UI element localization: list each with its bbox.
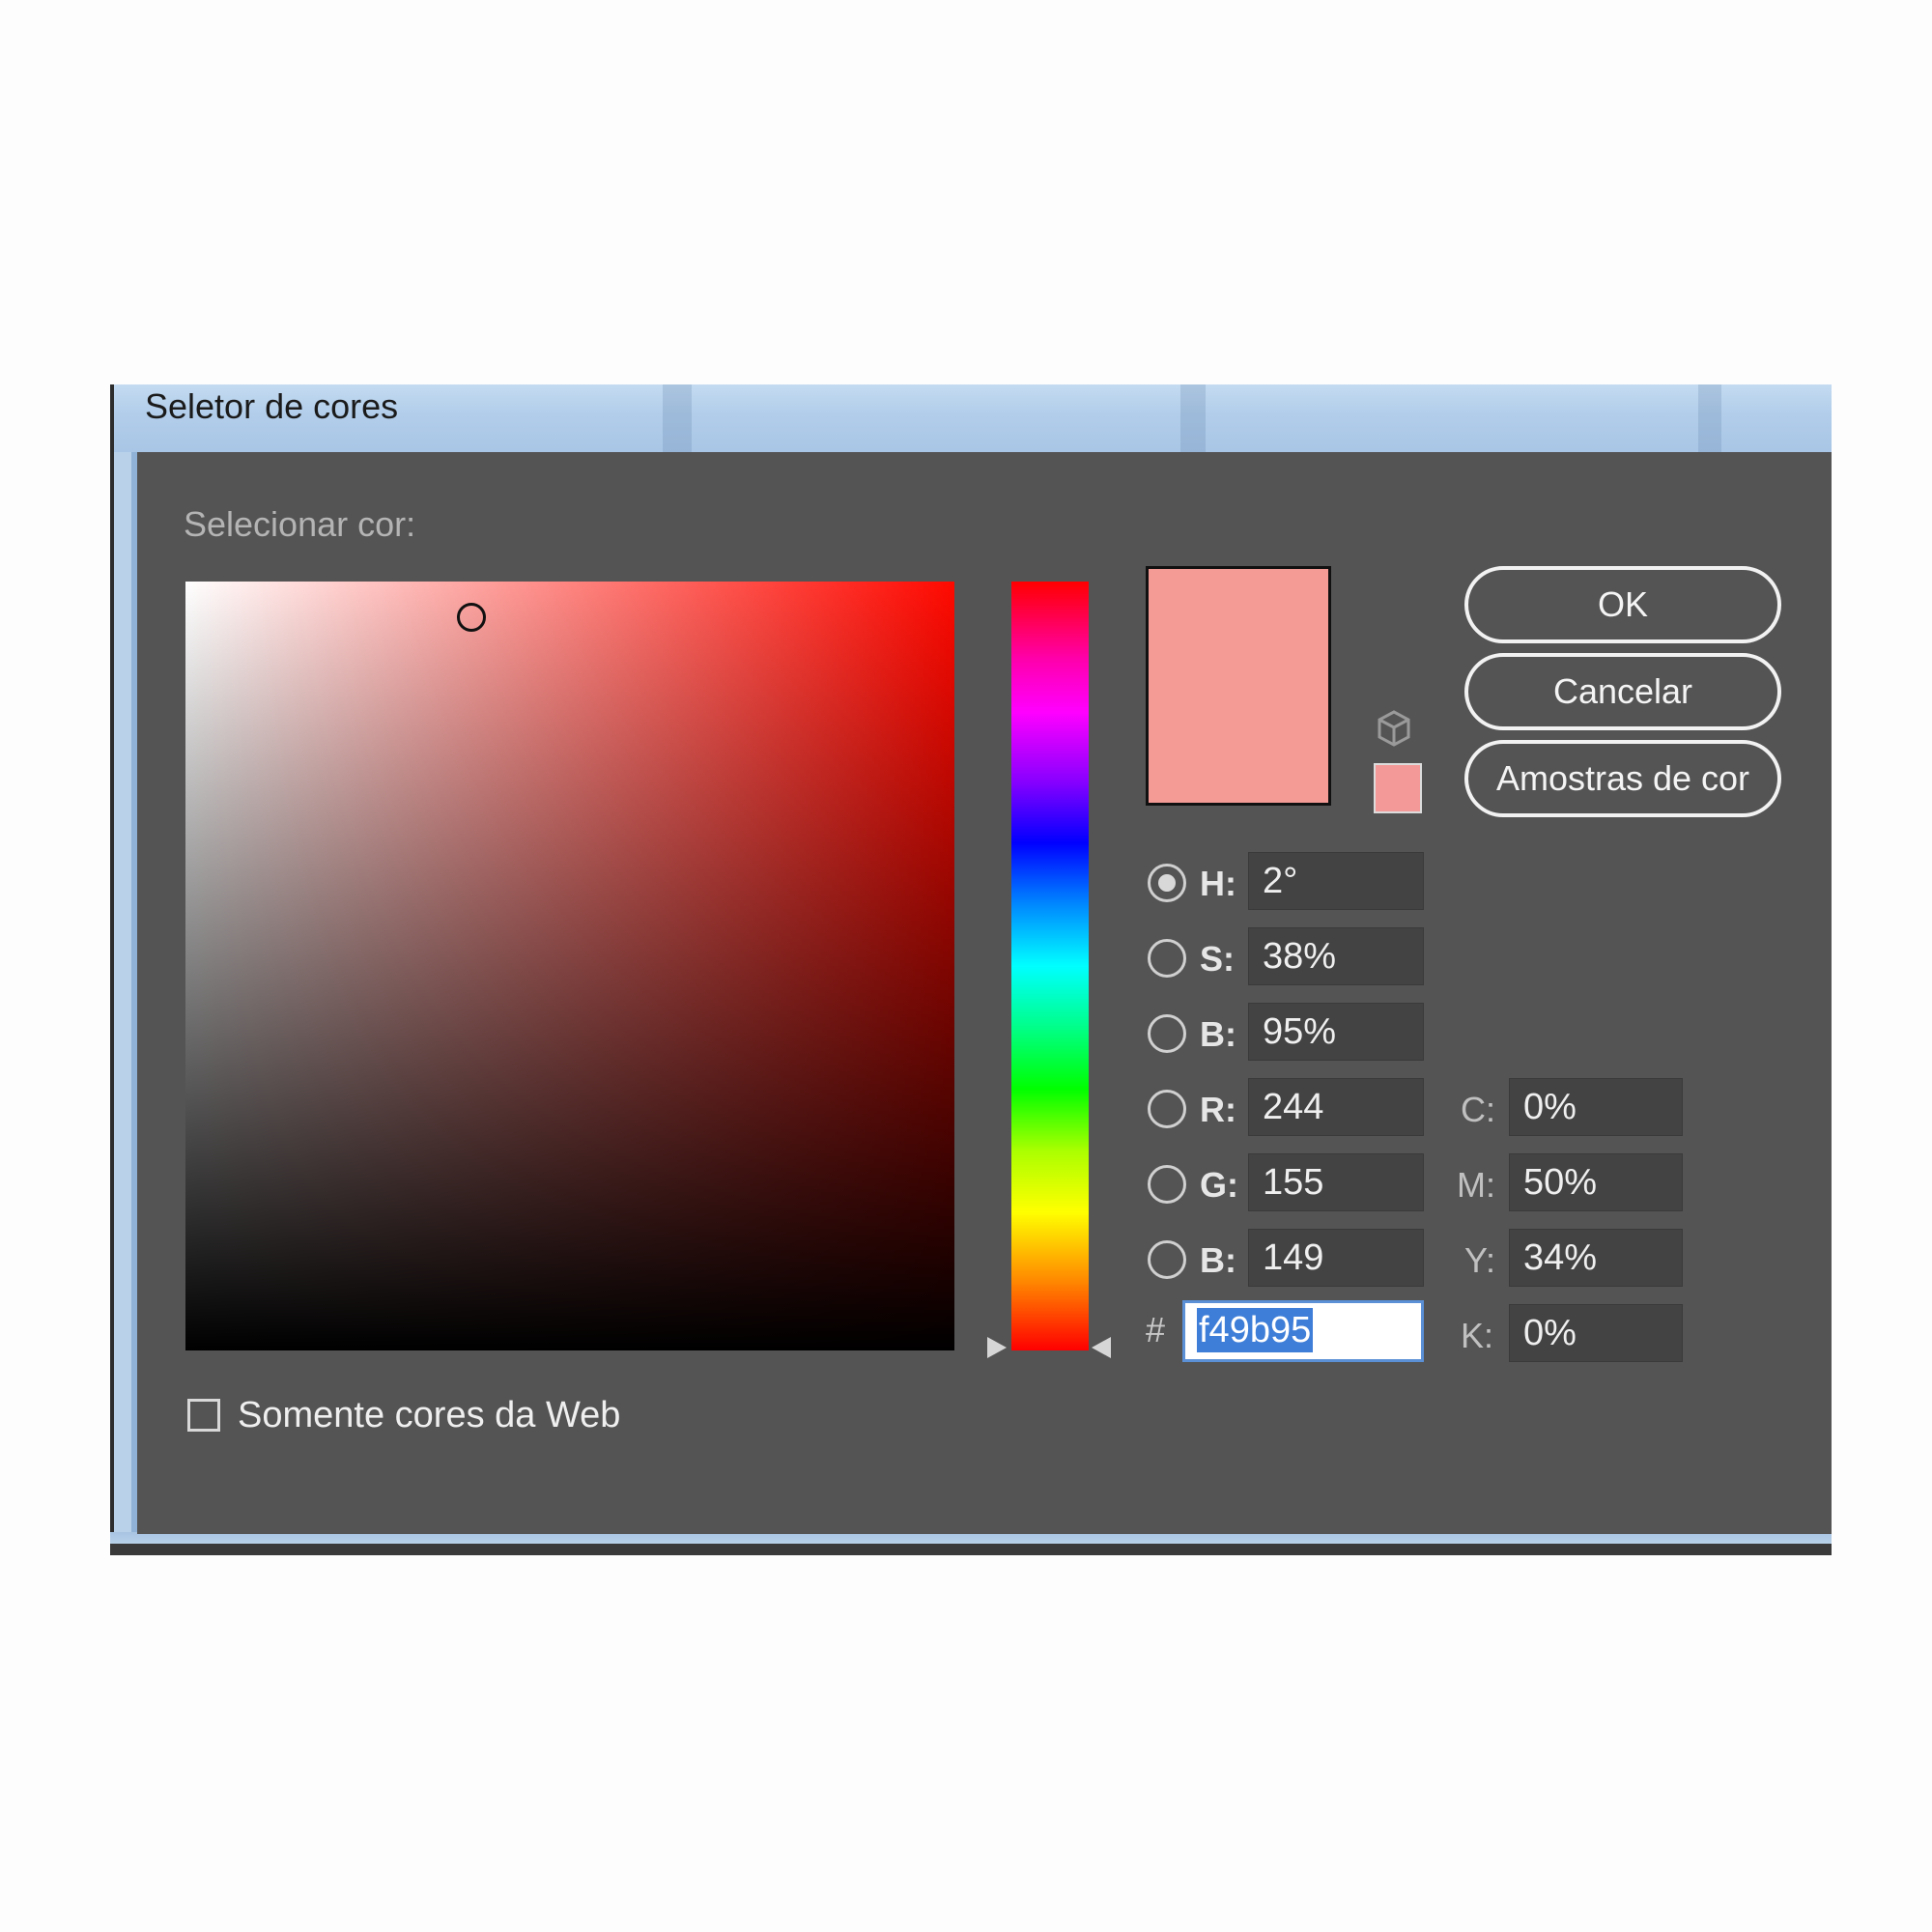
radio-blue[interactable] bbox=[1148, 1240, 1186, 1279]
color-preview bbox=[1146, 566, 1331, 806]
hex-label: # bbox=[1146, 1310, 1166, 1350]
black-field[interactable]: 0% bbox=[1509, 1304, 1683, 1362]
saturation-brightness-field[interactable] bbox=[185, 582, 954, 1350]
cancel-button[interactable]: Cancelar bbox=[1464, 653, 1781, 730]
blue-field[interactable]: 149 bbox=[1248, 1229, 1424, 1287]
saturation-field[interactable]: 38% bbox=[1248, 927, 1424, 985]
hue-label: H: bbox=[1200, 864, 1236, 903]
brightness-field[interactable]: 95% bbox=[1248, 1003, 1424, 1061]
brightness-label: B: bbox=[1200, 1014, 1236, 1054]
web-colors-only-checkbox[interactable] bbox=[187, 1399, 220, 1432]
blue-label: B: bbox=[1200, 1240, 1236, 1280]
magenta-label: M: bbox=[1457, 1165, 1495, 1205]
red-label: R: bbox=[1200, 1090, 1236, 1129]
hue-field[interactable]: 2° bbox=[1248, 852, 1424, 910]
radio-hue[interactable] bbox=[1148, 864, 1186, 902]
radio-green[interactable] bbox=[1148, 1165, 1186, 1204]
red-field[interactable]: 244 bbox=[1248, 1078, 1424, 1136]
window-bottom-border bbox=[110, 1532, 1832, 1555]
radio-brightness[interactable] bbox=[1148, 1014, 1186, 1053]
hue-slider[interactable] bbox=[1011, 582, 1089, 1350]
web-safe-swatch[interactable] bbox=[1374, 763, 1422, 813]
window-title: Seletor de cores bbox=[145, 386, 399, 426]
green-field[interactable]: 155 bbox=[1248, 1153, 1424, 1211]
hue-slider-right-arrow[interactable] bbox=[1092, 1337, 1111, 1358]
window-left-border bbox=[110, 384, 139, 1555]
yellow-field[interactable]: 34% bbox=[1509, 1229, 1683, 1287]
green-label: G: bbox=[1200, 1165, 1238, 1205]
web-colors-only-label: Somente cores da Web bbox=[238, 1395, 621, 1435]
cyan-label: C: bbox=[1461, 1090, 1495, 1129]
black-label: K: bbox=[1461, 1316, 1494, 1355]
color-cursor[interactable] bbox=[457, 603, 486, 632]
radio-red[interactable] bbox=[1148, 1090, 1186, 1128]
ok-button[interactable]: OK bbox=[1464, 566, 1781, 643]
radio-saturation[interactable] bbox=[1148, 939, 1186, 978]
hex-value: f49b95 bbox=[1197, 1308, 1314, 1352]
title-bar[interactable]: Seletor de cores bbox=[114, 384, 1832, 452]
hue-slider-left-arrow[interactable] bbox=[987, 1337, 1007, 1358]
color-swatches-button[interactable]: Amostras de cor bbox=[1464, 740, 1781, 817]
hex-field[interactable]: f49b95 bbox=[1182, 1300, 1424, 1362]
saturation-label: S: bbox=[1200, 939, 1235, 979]
yellow-label: Y: bbox=[1464, 1240, 1496, 1280]
magenta-field[interactable]: 50% bbox=[1509, 1153, 1683, 1211]
cyan-field[interactable]: 0% bbox=[1509, 1078, 1683, 1136]
select-color-label: Selecionar cor: bbox=[184, 504, 416, 544]
cube-icon[interactable] bbox=[1376, 709, 1412, 748]
